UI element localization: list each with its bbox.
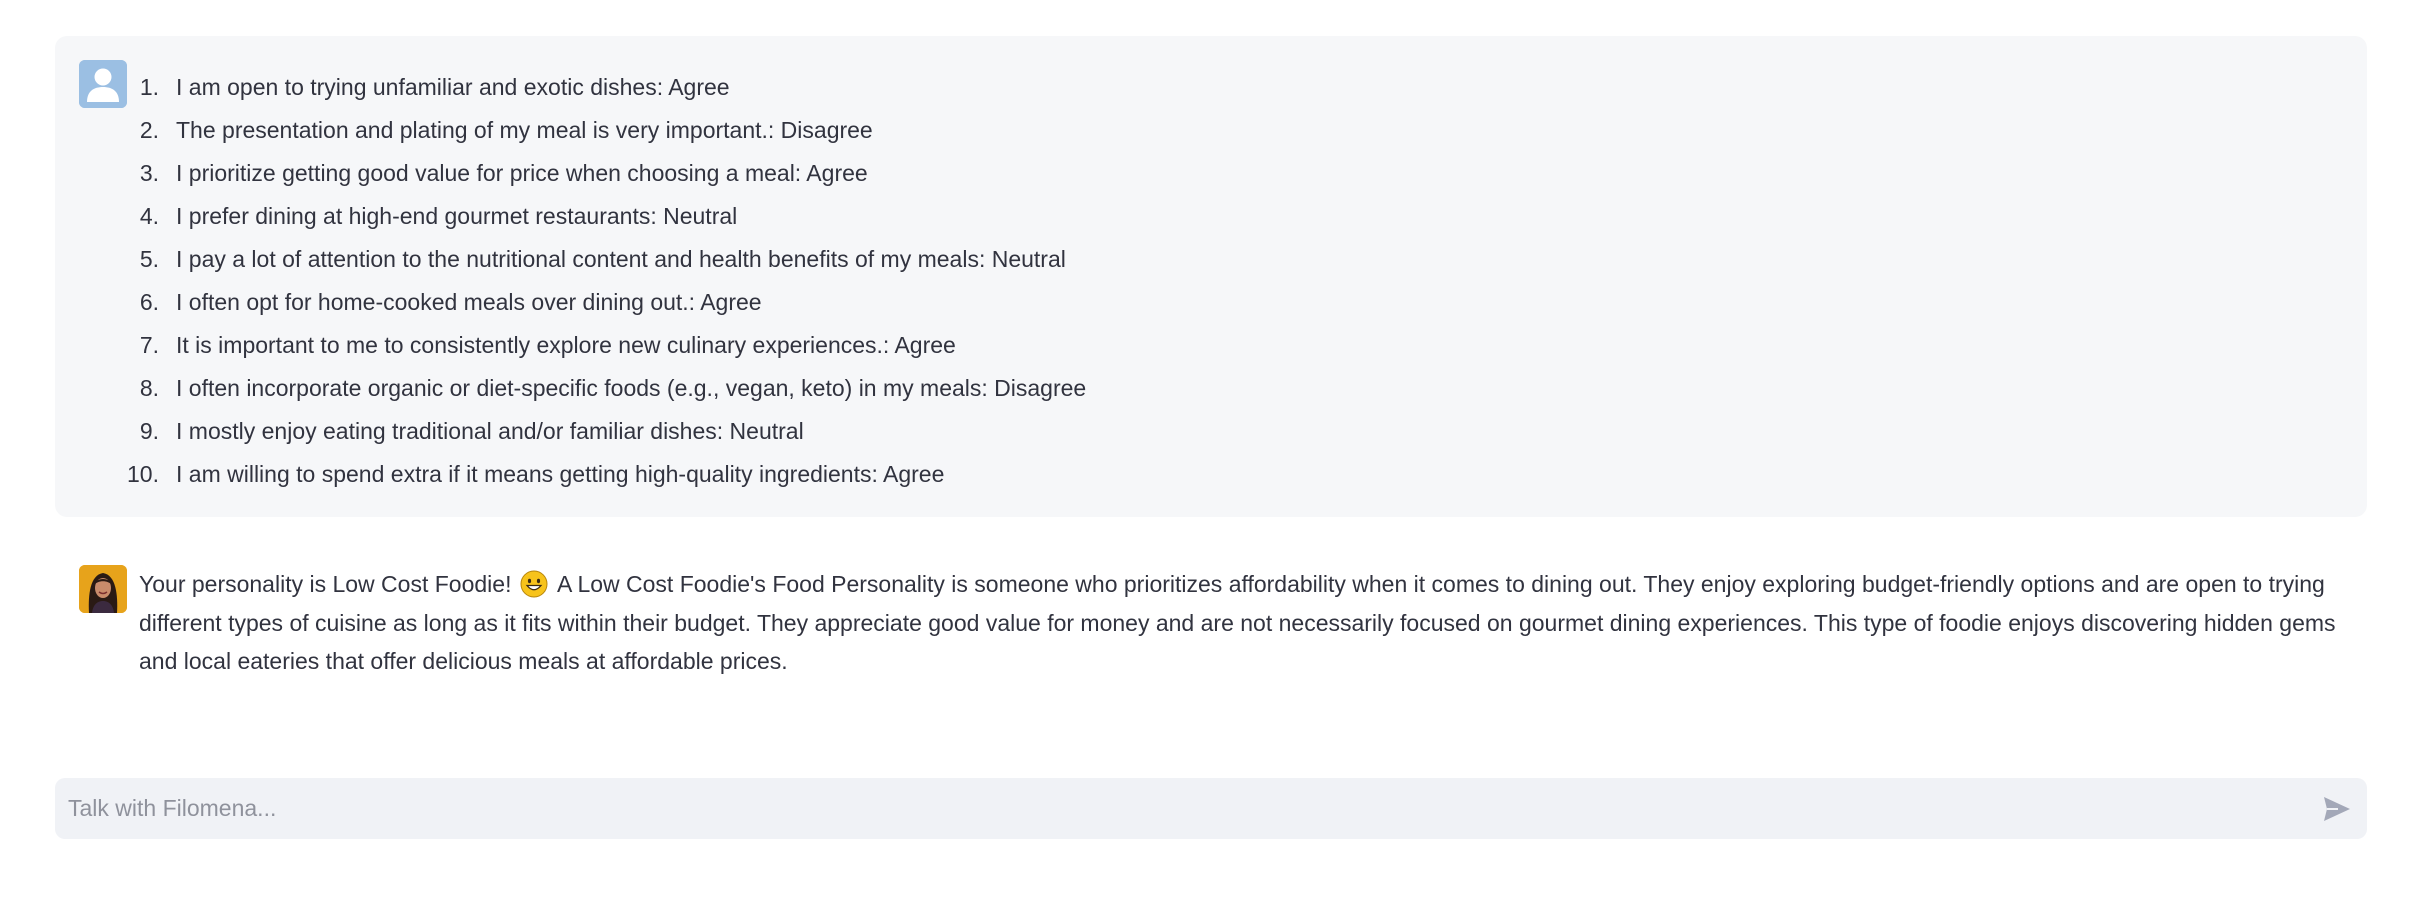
answer-text: I am willing to spend extra if it means … bbox=[176, 461, 945, 487]
answer-list-item: 4. I prefer dining at high-end gourmet re… bbox=[107, 195, 1086, 238]
answer-number: 2. bbox=[139, 117, 159, 143]
answer-text: I pay a lot of attention to the nutritio… bbox=[176, 246, 1066, 272]
answer-number: 4. bbox=[139, 203, 159, 229]
filomena-portrait-icon bbox=[79, 565, 127, 613]
assistant-text-before-emoji: Your personality is Low Cost Foodie! bbox=[139, 571, 512, 597]
answer-text: It is important to me to consistently ex… bbox=[176, 332, 956, 358]
answer-number: 9. bbox=[139, 418, 159, 444]
answer-number: 10. bbox=[127, 461, 159, 487]
assistant-message: Your personality is Low Cost Foodie! A L… bbox=[55, 545, 2367, 685]
answer-number: 8. bbox=[139, 375, 159, 401]
send-button[interactable] bbox=[2321, 793, 2353, 825]
answer-number: 3. bbox=[139, 160, 159, 186]
answer-text: I often incorporate organic or diet-spec… bbox=[176, 375, 1087, 401]
assistant-message-text: Your personality is Low Cost Foodie! A L… bbox=[139, 565, 2339, 681]
answer-list-item: 7. It is important to me to consistently … bbox=[107, 324, 1086, 367]
send-icon bbox=[2324, 797, 2350, 821]
answer-number: 7. bbox=[139, 332, 159, 358]
chat-app: 1. I am open to trying unfamiliar and exo… bbox=[0, 0, 2417, 909]
user-message: 1. I am open to trying unfamiliar and exo… bbox=[55, 36, 2367, 517]
answer-text: I prioritize getting good value for pric… bbox=[176, 160, 868, 186]
chat-input[interactable] bbox=[55, 778, 2295, 839]
answer-list-item: 1. I am open to trying unfamiliar and exo… bbox=[107, 66, 1086, 109]
answer-number: 1. bbox=[139, 74, 159, 100]
answer-text: I am open to trying unfamiliar and exoti… bbox=[176, 74, 730, 100]
answer-list: 1. I am open to trying unfamiliar and exo… bbox=[107, 66, 1086, 496]
answer-text: I prefer dining at high-end gourmet rest… bbox=[176, 203, 738, 229]
grinning-face-emoji-icon bbox=[520, 570, 548, 598]
chat-input-container bbox=[55, 778, 2367, 839]
answer-list-item: 3. I prioritize getting good value for pr… bbox=[107, 152, 1086, 195]
answer-list-item: 6. I often opt for home-cooked meals over… bbox=[107, 281, 1086, 324]
answer-list-item: 9. I mostly enjoy eating traditional and/… bbox=[107, 410, 1086, 453]
answer-list-item: 5. I pay a lot of attention to the nutrit… bbox=[107, 238, 1086, 281]
answer-number: 5. bbox=[139, 246, 159, 272]
answer-list-item: 2. The presentation and plating of my mea… bbox=[107, 109, 1086, 152]
answer-text: The presentation and plating of my meal … bbox=[176, 117, 873, 143]
answer-text: I often opt for home-cooked meals over d… bbox=[176, 289, 762, 315]
answer-list-item: 10. I am willing to spend extra if it mea… bbox=[107, 453, 1086, 496]
answer-text: I mostly enjoy eating traditional and/or… bbox=[176, 418, 804, 444]
answer-list-item: 8. I often incorporate organic or diet-sp… bbox=[107, 367, 1086, 410]
answer-number: 6. bbox=[139, 289, 159, 315]
